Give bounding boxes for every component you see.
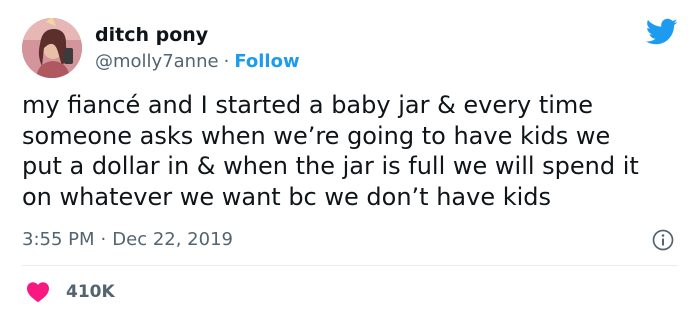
tweet-text-line: someone asks when we’re going to have ki…: [22, 121, 611, 150]
twitter-bird-icon[interactable]: [646, 18, 678, 46]
tweet-time: 3:55 PM: [22, 229, 95, 250]
display-name[interactable]: ditch pony: [95, 24, 208, 46]
tweet-text-line: put a dollar in & when the jar is full w…: [22, 152, 639, 180]
like-button[interactable]: 410K: [26, 281, 115, 303]
tweet-text-line: on whatever we want bc we don’t have kid…: [22, 182, 552, 211]
tweet-text-line: my fiancé and I started a baby jar & eve…: [22, 91, 594, 119]
divider: [22, 265, 678, 266]
avatar-image: [22, 18, 82, 78]
timestamp-separator: ·: [100, 229, 107, 250]
timestamp[interactable]: 3:55 PM · Dec 22, 2019: [22, 229, 233, 251]
info-icon[interactable]: [652, 229, 674, 251]
avatar[interactable]: [22, 18, 82, 78]
tweet-card: ditch pony @molly7anne · Follow my fiancé …: [0, 0, 700, 319]
handle-separator: ·: [223, 51, 230, 72]
handle-row: @molly7anne · Follow: [95, 51, 300, 73]
like-count: 410K: [66, 282, 115, 302]
follow-button[interactable]: Follow: [234, 51, 299, 72]
tweet-date: Dec 22, 2019: [112, 229, 233, 250]
user-handle[interactable]: @molly7anne: [95, 51, 219, 72]
heart-icon: [27, 282, 49, 303]
tweet-text: my fiancé and I started a baby jar & eve…: [22, 90, 686, 212]
